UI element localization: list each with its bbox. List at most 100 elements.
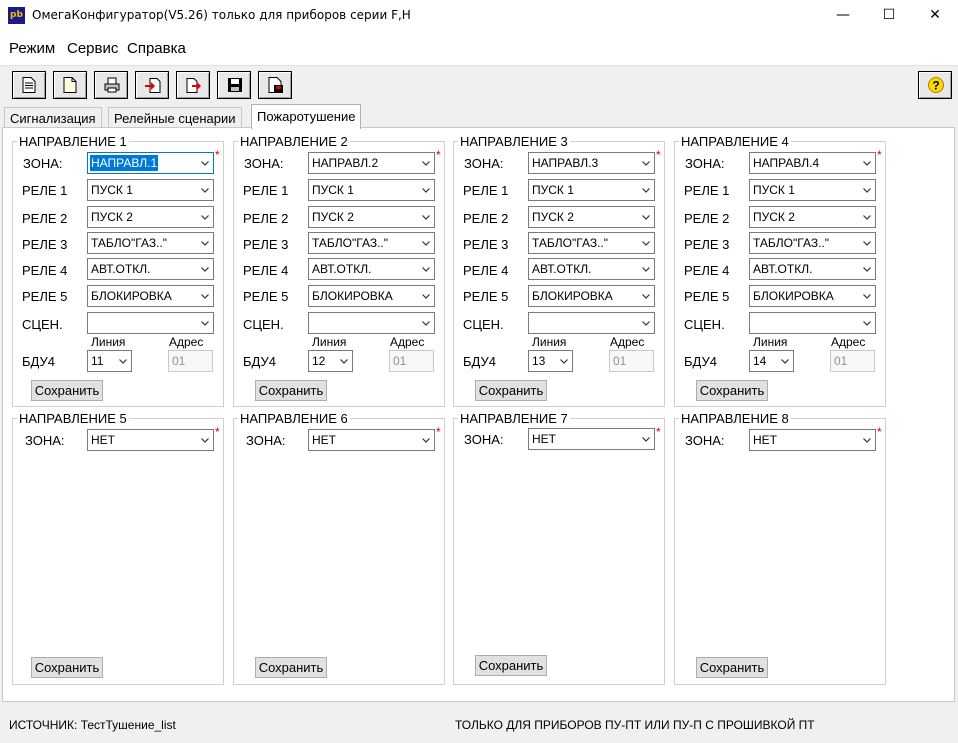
close-button[interactable]: ✕ [912,0,958,31]
chevron-down-icon [642,321,650,326]
required-marker: * [877,148,882,162]
relay-1-label: РЕЛЕ 1 [243,183,289,198]
required-marker: * [436,425,441,439]
open-document-button[interactable] [53,71,87,99]
line-select[interactable]: 11 [87,350,132,372]
relay-1-select[interactable]: ПУСК 1 [308,179,435,201]
chevron-down-icon [340,359,348,364]
scene-select[interactable] [528,312,655,334]
relay-2-select[interactable]: ПУСК 2 [528,206,655,228]
save-as-button[interactable] [258,71,292,99]
maximize-button[interactable]: ☐ [866,0,912,31]
chevron-down-icon [201,267,209,272]
tab-relay-scenarios[interactable]: Релейные сценарии [108,107,242,128]
relay-4-select[interactable]: АВТ.ОТКЛ. [87,258,214,280]
relay-5-select[interactable]: БЛОКИРОВКА [749,285,876,307]
menu-service[interactable]: Сервис [67,40,118,57]
line-select[interactable]: 12 [308,350,353,372]
export-button[interactable] [176,71,210,99]
zone-label: ЗОНА: [25,433,65,448]
chevron-down-icon [642,188,650,193]
address-label: Адрес [831,335,866,349]
relay-3-label: РЕЛЕ 3 [684,237,730,252]
relay-3-select[interactable]: ТАБЛО"ГАЗ.." [749,232,876,254]
relay-5-label: РЕЛЕ 5 [684,289,730,304]
relay-2-select[interactable]: ПУСК 2 [308,206,435,228]
zone-select[interactable]: НАПРАВЛ.4 [749,152,876,174]
address-label: Адрес [169,335,204,349]
relay-3-label: РЕЛЕ 3 [22,237,68,252]
scene-select[interactable] [308,312,435,334]
chevron-down-icon [642,437,650,442]
direction-group-6: НАПРАВЛЕНИЕ 6 ЗОНА: НЕТ * Сохранить [233,411,445,685]
scene-select[interactable] [87,312,214,334]
help-button[interactable]: ? [918,71,952,99]
tab-fire-suppression[interactable]: Пожаротушение [251,104,362,129]
line-label: Линия [91,335,126,349]
required-marker: * [436,148,441,162]
relay-5-select[interactable]: БЛОКИРОВКА [528,285,655,307]
print-button[interactable] [94,71,128,99]
zone-select[interactable]: НАПРАВЛ.1 [87,152,214,174]
save-direction-button[interactable]: Сохранить [475,380,547,401]
relay-4-label: РЕЛЕ 4 [463,263,509,278]
chevron-down-icon [422,188,430,193]
relay-1-select[interactable]: ПУСК 1 [749,179,876,201]
chevron-down-icon [201,241,209,246]
chevron-down-icon [201,438,209,443]
address-field: 01 [830,350,875,372]
save-direction-button[interactable]: Сохранить [696,380,768,401]
direction-group-5: НАПРАВЛЕНИЕ 5 ЗОНА: НЕТ * Сохранить [12,411,224,685]
relay-1-select[interactable]: ПУСК 1 [528,179,655,201]
scene-select[interactable] [749,312,876,334]
chevron-down-icon [201,161,209,166]
relay-2-select[interactable]: ПУСК 2 [749,206,876,228]
line-select[interactable]: 14 [749,350,794,372]
chevron-down-icon [422,267,430,272]
save-direction-button[interactable]: Сохранить [31,657,103,678]
relay-5-select[interactable]: БЛОКИРОВКА [87,285,214,307]
relay-3-select[interactable]: ТАБЛО"ГАЗ.." [528,232,655,254]
minimize-button[interactable]: — [820,0,866,31]
import-button[interactable] [135,71,169,99]
relay-4-select[interactable]: АВТ.ОТКЛ. [308,258,435,280]
chevron-down-icon [422,241,430,246]
relay-3-select[interactable]: ТАБЛО"ГАЗ.." [308,232,435,254]
relay-5-label: РЕЛЕ 5 [463,289,509,304]
relay-2-select[interactable]: ПУСК 2 [87,206,214,228]
zone-select[interactable]: НЕТ [87,429,214,451]
status-source: ИСТОЧНИК: ТестТушение_list [9,718,176,732]
zone-select[interactable]: НЕТ [528,428,655,450]
new-document-button[interactable] [12,71,46,99]
relay-5-select[interactable]: БЛОКИРОВКА [308,285,435,307]
menu-help[interactable]: Справка [127,40,186,57]
direction-title: НАПРАВЛЕНИЕ 8 [679,411,791,426]
relay-4-label: РЕЛЕ 4 [684,263,730,278]
zone-select[interactable]: НЕТ [749,429,876,451]
relay-1-select[interactable]: ПУСК 1 [87,179,214,201]
chevron-down-icon [201,294,209,299]
menu-mode[interactable]: Режим [9,40,55,57]
zone-select[interactable]: НЕТ [308,429,435,451]
save-direction-button[interactable]: Сохранить [31,380,103,401]
chevron-down-icon [863,241,871,246]
relay-3-select[interactable]: ТАБЛО"ГАЗ.." [87,232,214,254]
chevron-down-icon [422,161,430,166]
zone-select[interactable]: НАПРАВЛ.3 [528,152,655,174]
address-label: Адрес [390,335,425,349]
tab-alarm[interactable]: Сигнализация [4,107,102,128]
save-direction-button[interactable]: Сохранить [255,380,327,401]
direction-title: НАПРАВЛЕНИЕ 6 [238,411,350,426]
save-direction-button[interactable]: Сохранить [255,657,327,678]
required-marker: * [656,425,661,439]
save-button[interactable] [217,71,251,99]
line-select[interactable]: 13 [528,350,573,372]
relay-4-select[interactable]: АВТ.ОТКЛ. [528,258,655,280]
relay-4-select[interactable]: АВТ.ОТКЛ. [749,258,876,280]
address-label: Адрес [610,335,645,349]
zone-select[interactable]: НАПРАВЛ.2 [308,152,435,174]
save-direction-button[interactable]: Сохранить [696,657,768,678]
direction-group-7: НАПРАВЛЕНИЕ 7 ЗОНА: НЕТ * Сохранить [453,411,665,685]
save-direction-button[interactable]: Сохранить [475,655,547,676]
chevron-down-icon [863,267,871,272]
